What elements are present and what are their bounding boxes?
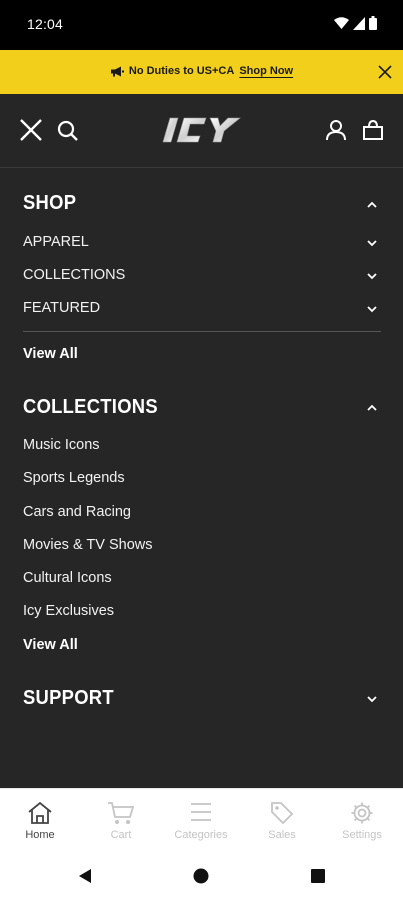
chevron-down-icon — [367, 240, 377, 247]
promo-text: No Duties to US+CA — [128, 65, 235, 77]
bottom-navigation: Home Cart Categories Sales Settings — [0, 788, 403, 848]
status-icons — [334, 16, 377, 30]
shop-item-label: FEATURED — [23, 300, 101, 316]
nav-categories[interactable]: Categories — [161, 789, 241, 849]
gear-icon — [351, 802, 373, 824]
shop-item-label: APPAREL — [23, 234, 89, 250]
collection-link-movies-tv[interactable]: Movies & TV Shows — [23, 537, 152, 553]
close-banner-icon[interactable] — [376, 63, 394, 81]
search-icon[interactable] — [57, 120, 79, 142]
chevron-down-icon — [367, 306, 377, 313]
system-navigation-bar — [0, 848, 403, 900]
collections-section-title: COLLECTIONS — [23, 396, 158, 418]
promo-banner: No Duties to US+CA Shop Now — [0, 50, 403, 94]
close-menu-icon[interactable] — [19, 118, 43, 142]
section-divider — [23, 331, 381, 332]
collection-link-sports-legends[interactable]: Sports Legends — [23, 470, 125, 486]
nav-label: Settings — [342, 829, 382, 841]
chevron-down-icon — [367, 696, 377, 703]
battery-icon — [369, 16, 377, 30]
chevron-up-icon — [367, 404, 377, 411]
collection-link-music-icons[interactable]: Music Icons — [23, 437, 100, 453]
nav-label: Categories — [174, 829, 228, 841]
nav-label: Sales — [268, 829, 296, 841]
nav-sales[interactable]: Sales — [242, 789, 322, 849]
app-header — [0, 94, 403, 168]
collection-link-icy-exclusives[interactable]: Icy Exclusives — [23, 603, 114, 619]
account-icon[interactable] — [325, 119, 347, 141]
megaphone-icon — [110, 66, 124, 76]
shop-section-title: SHOP — [23, 192, 77, 214]
icy-logo[interactable] — [160, 114, 244, 146]
nav-cart[interactable]: Cart — [81, 789, 161, 849]
nav-settings[interactable]: Settings — [322, 789, 402, 849]
support-section-title: SUPPORT — [23, 687, 114, 709]
navigation-menu: SHOP APPAREL COLLECTIONS FEATURED View A… — [0, 168, 403, 788]
signal-icon — [353, 16, 365, 30]
chevron-down-icon — [367, 273, 377, 280]
collections-view-all-link[interactable]: View All — [23, 637, 78, 653]
cart-icon — [108, 802, 135, 824]
collection-link-cultural-icons[interactable]: Cultural Icons — [23, 570, 112, 586]
shop-item-label: COLLECTIONS — [23, 267, 126, 283]
promo-content: No Duties to US+CA Shop Now — [0, 65, 403, 77]
tag-icon — [271, 802, 294, 825]
nav-label: Home — [25, 829, 55, 841]
chevron-up-icon — [367, 201, 377, 208]
categories-icon — [191, 803, 211, 821]
nav-label: Cart — [110, 829, 132, 841]
bag-icon[interactable] — [362, 120, 384, 140]
recents-icon[interactable] — [311, 869, 325, 883]
collection-link-cars-racing[interactable]: Cars and Racing — [23, 504, 131, 520]
home-icon — [28, 801, 52, 824]
shop-view-all-link[interactable]: View All — [23, 346, 78, 362]
status-time: 12:04 — [27, 16, 64, 32]
promo-shop-now-link[interactable]: Shop Now — [239, 65, 293, 77]
back-icon[interactable] — [78, 868, 92, 884]
status-bar: 12:04 — [0, 0, 403, 50]
home-button-icon[interactable] — [193, 868, 209, 884]
wifi-icon — [334, 16, 349, 29]
nav-home[interactable]: Home — [0, 789, 80, 849]
